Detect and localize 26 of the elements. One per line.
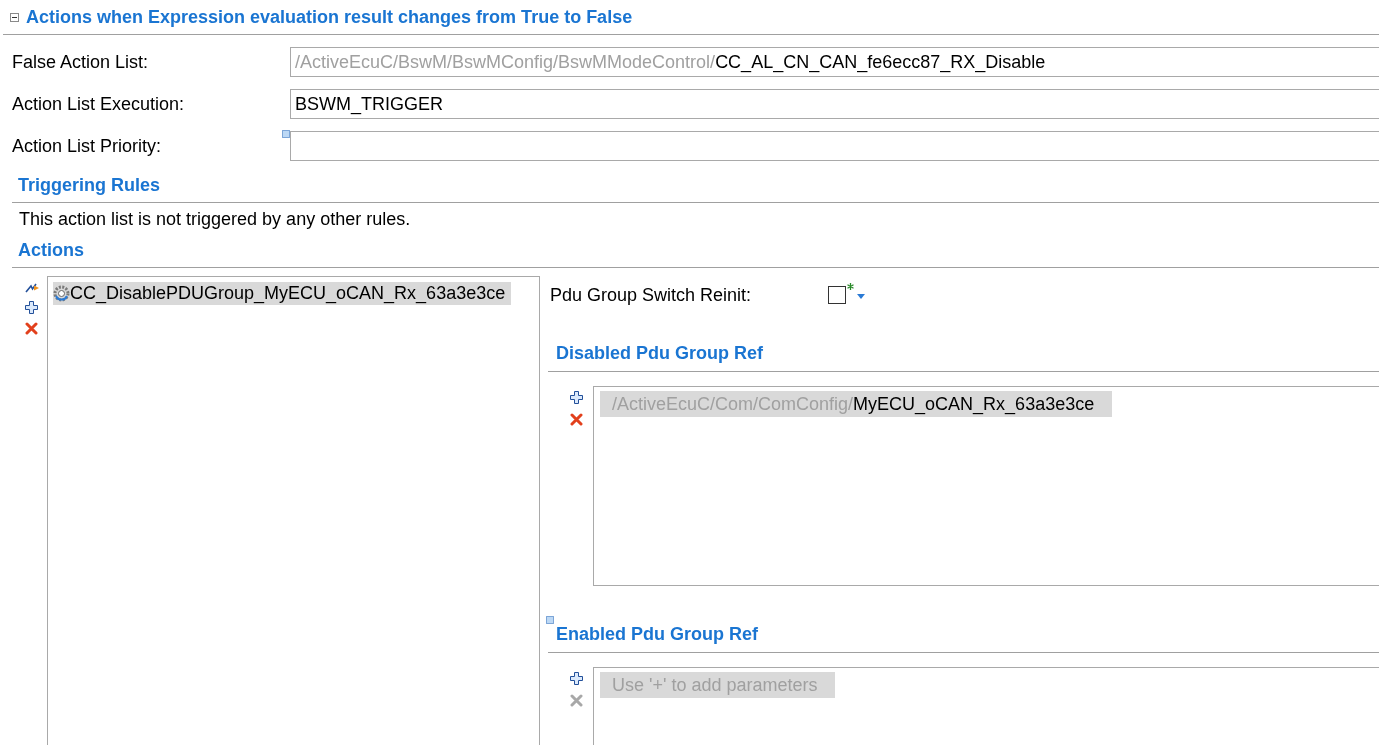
- text-field[interactable]: BSWM_TRIGGER: [290, 89, 1379, 119]
- field-label: False Action List:: [12, 51, 150, 73]
- section-heading: Enabled Pdu Group Ref: [556, 624, 758, 644]
- lightning-icon[interactable]: [25, 281, 39, 293]
- remove-icon[interactable]: [570, 413, 583, 426]
- collapse-icon[interactable]: [10, 12, 19, 22]
- section-title: Actions when Expression evaluation result changes from True to False: [26, 6, 633, 28]
- info-message: This action list is not triggered by any other rules.: [19, 208, 412, 231]
- remove-icon[interactable]: [25, 322, 38, 335]
- field-label: Action List Priority:: [12, 135, 163, 157]
- add-icon[interactable]: [25, 301, 38, 314]
- section-heading: Actions: [18, 240, 84, 260]
- add-icon[interactable]: [570, 391, 583, 404]
- text-field[interactable]: [290, 131, 1379, 161]
- section-heading: Disabled Pdu Group Ref: [556, 343, 764, 363]
- reference-field[interactable]: /ActiveEcuC/BswM/BswMConfig/BswMModeControl/CC_AL_CN_CAN_fe6ecc87_RX_Disable: [290, 47, 1379, 77]
- gear-icon: [53, 285, 70, 302]
- checkbox[interactable]: [828, 286, 846, 304]
- field-label: Pdu Group Switch Reinit:: [550, 284, 753, 306]
- caret-icon[interactable]: [857, 293, 865, 299]
- section-heading: Triggering Rules: [18, 175, 161, 195]
- field-label: Action List Execution:: [12, 93, 186, 115]
- asterisk-icon: [847, 283, 854, 290]
- action-list-item[interactable]: CC_DisablePDUGroup_MyECU_oCAN_Rx_63a3e3ce: [53, 282, 512, 305]
- reference-list-item[interactable]: /ActiveEcuC/Com/ComConfig/MyECU_oCAN_Rx_63a3e3ce: [600, 391, 1113, 417]
- add-icon[interactable]: [570, 672, 583, 685]
